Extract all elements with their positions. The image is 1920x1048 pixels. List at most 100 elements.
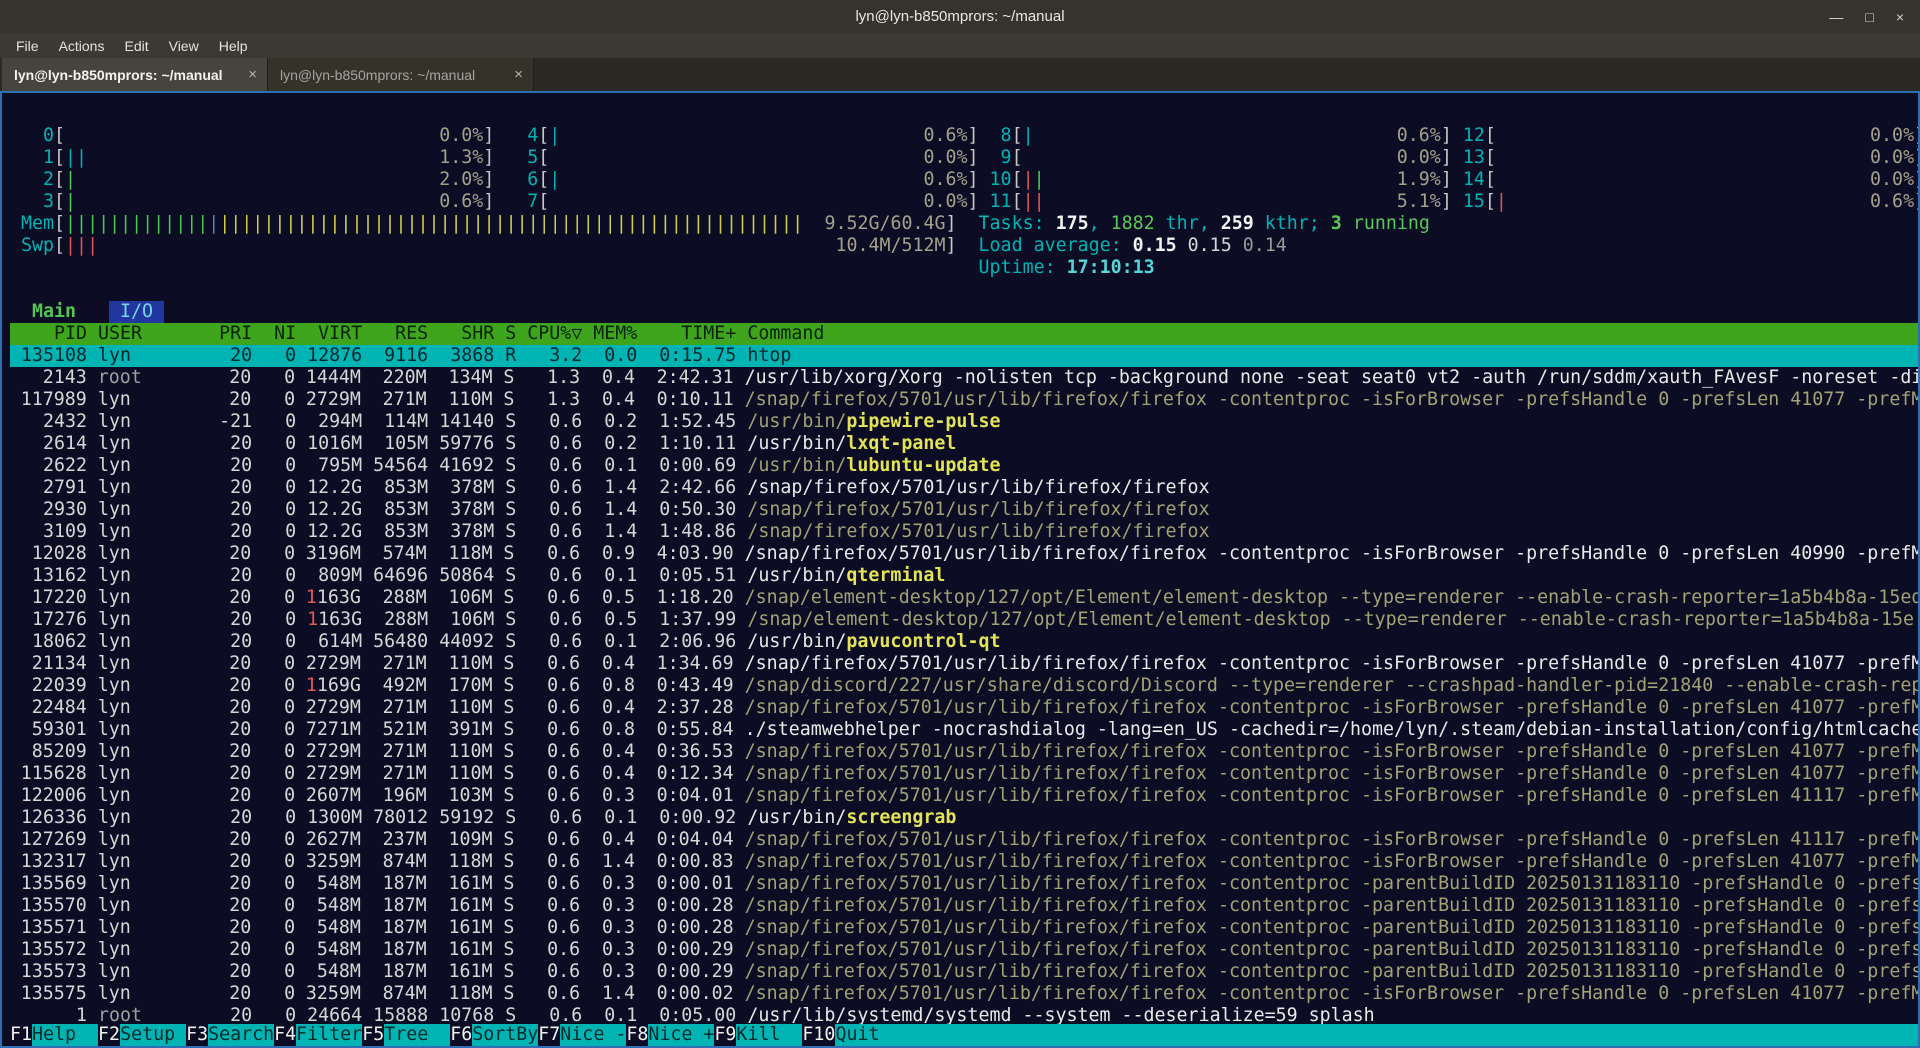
process-row[interactable]: 117989lyn2002729M271M110MS1.30.40:10.11/… [10, 389, 1918, 411]
process-row[interactable]: 2614lyn2001016M105M59776S0.60.21:10.11/u… [10, 433, 1918, 455]
terminal[interactable]: 0[0.0%]4[|0.6%]8[|0.6%]12[0.0%] 1[||1.3%… [0, 91, 1920, 1048]
col-header-pid[interactable]: PID [10, 323, 87, 345]
cell-command: /snap/firefox/5701/usr/lib/firefox/firef… [734, 389, 1918, 411]
process-row[interactable]: 135572lyn200548M187M161MS0.60.30:00.29/s… [10, 939, 1918, 961]
col-header-shr[interactable]: SHR [428, 323, 494, 345]
process-row[interactable]: 3109lyn20012.2G853M378MS0.61.41:48.86/sn… [10, 521, 1918, 543]
fkey-label-f1[interactable]: Help [32, 1024, 98, 1046]
process-row[interactable]: 21134lyn2002729M271M110MS0.60.41:34.69/s… [10, 653, 1918, 675]
col-header-mem[interactable]: MEM% [582, 323, 637, 345]
terminal-tab[interactable]: lyn@lyn-b850mprors: ~/manual× [268, 58, 534, 91]
tab-close-icon[interactable]: × [248, 66, 257, 83]
col-header-pri[interactable]: PRI [208, 323, 252, 345]
fkey-label-f5[interactable]: Tree [384, 1024, 450, 1046]
fkey-f2[interactable]: F2 [98, 1024, 120, 1046]
terminal-tab[interactable]: lyn@lyn-b850mprors: ~/manual× [2, 58, 268, 91]
cell-res: 9116 [362, 345, 428, 367]
cell-state: S [494, 477, 516, 499]
menu-item-file[interactable]: File [6, 38, 49, 54]
col-header-cpu[interactable]: CPU%▽ [516, 323, 582, 345]
maximize-button[interactable]: □ [1865, 9, 1873, 25]
process-row[interactable]: 135575lyn2003259M874M118MS0.61.40:00.02/… [10, 983, 1918, 1005]
process-row[interactable]: 17220lyn2001163G288M106MS0.60.51:18.20/s… [10, 587, 1918, 609]
fkey-label-f3[interactable]: Search [208, 1024, 274, 1046]
menu-item-edit[interactable]: Edit [114, 38, 158, 54]
process-row[interactable]: 17276lyn2001163G288M106MS0.60.51:37.99/s… [10, 609, 1918, 631]
col-header-time[interactable]: TIME+ [637, 323, 736, 345]
process-row[interactable]: 122006lyn2002607M196M103MS0.60.30:04.01/… [10, 785, 1918, 807]
cell-state: S [492, 543, 514, 565]
fkey-f3[interactable]: F3 [186, 1024, 208, 1046]
cell-pid: 2791 [10, 477, 87, 499]
tab-close-icon[interactable]: × [514, 66, 523, 83]
menu-item-help[interactable]: Help [209, 38, 258, 54]
cpu-percent: 0.6% [1870, 191, 1914, 213]
col-header-user[interactable]: USER [87, 323, 208, 345]
process-row[interactable]: 18062lyn200614M5648044092S0.60.12:06.96/… [10, 631, 1918, 653]
cell-ni: 0 [251, 829, 295, 851]
meter-tick: | [396, 213, 407, 235]
minimize-button[interactable]: — [1829, 9, 1843, 25]
meter-label: Mem [21, 213, 54, 235]
fkey-f9[interactable]: F9 [714, 1024, 736, 1046]
cell-user: lyn [87, 609, 208, 631]
fkey-f7[interactable]: F7 [538, 1024, 560, 1046]
fkey-label-f10[interactable]: Quit [835, 1024, 901, 1046]
cell-user: lyn [87, 961, 208, 983]
process-row[interactable]: 127269lyn2002627M237M109MS0.60.40:04.04/… [10, 829, 1918, 851]
fkey-label-f9[interactable]: Kill [736, 1024, 802, 1046]
fkey-f6[interactable]: F6 [450, 1024, 472, 1046]
fkey-label-f6[interactable]: SortBy [472, 1024, 538, 1046]
titlebar[interactable]: lyn@lyn-b850mprors: ~/manual — □ × [0, 0, 1920, 33]
fkey-f1[interactable]: F1 [10, 1024, 32, 1046]
process-row[interactable]: 2622lyn200795M5456441692S0.60.10:00.69/u… [10, 455, 1918, 477]
meter-tick: | [549, 169, 560, 191]
col-header-command[interactable]: Command [736, 323, 1918, 345]
fkey-label-f4[interactable]: Filter [296, 1024, 362, 1046]
cell-mem: 0.5 [582, 609, 637, 631]
cell-virt: 1016M [296, 433, 362, 455]
process-row[interactable]: 135570lyn200548M187M161MS0.60.30:00.28/s… [10, 895, 1918, 917]
process-row[interactable]: 135571lyn200548M187M161MS0.60.30:00.28/s… [10, 917, 1918, 939]
fkey-label-f8[interactable]: Nice + [648, 1024, 714, 1046]
cell-state: S [492, 763, 514, 785]
cpu-label: 1 [21, 147, 54, 169]
fkey-f8[interactable]: F8 [626, 1024, 648, 1046]
process-row[interactable]: 135573lyn200548M187M161MS0.60.30:00.29/s… [10, 961, 1918, 983]
fkey-f5[interactable]: F5 [362, 1024, 384, 1046]
fkey-label-f7[interactable]: Nice - [560, 1024, 626, 1046]
process-row[interactable]: 13162lyn200809M6469650864S0.60.10:05.51/… [10, 565, 1918, 587]
process-row[interactable]: 2791lyn20012.2G853M378MS0.61.42:42.66/sn… [10, 477, 1918, 499]
process-row[interactable]: 2930lyn20012.2G853M378MS0.61.40:50.30/sn… [10, 499, 1918, 521]
process-row[interactable]: 85209lyn2002729M271M110MS0.60.40:36.53/s… [10, 741, 1918, 763]
fkey-label-f2[interactable]: Setup [120, 1024, 186, 1046]
cpu-meter-15: 15[|0.6%] [1452, 191, 1920, 213]
process-row[interactable]: 22484lyn2002729M271M110MS0.60.42:37.28/s… [10, 697, 1918, 719]
process-row[interactable]: 126336lyn2001300M7801259192S0.60.10:00.9… [10, 807, 1918, 829]
process-row[interactable]: 135108lyn2001287691163868R3.20.00:15.75h… [10, 345, 1918, 367]
cell-res: 271M [361, 763, 427, 785]
menu-item-actions[interactable]: Actions [49, 38, 115, 54]
process-row[interactable]: 115628lyn2002729M271M110MS0.60.40:12.34/… [10, 763, 1918, 785]
process-row[interactable]: 59301lyn2007271M521M391MS0.60.80:55.84./… [10, 719, 1918, 741]
screen-tab-io[interactable]: I/O [109, 301, 164, 323]
process-row[interactable]: 2432lyn-210294M114M14140S0.60.21:52.45/u… [10, 411, 1918, 433]
close-button[interactable]: × [1896, 9, 1904, 25]
process-row[interactable]: 12028lyn2003196M574M118MS0.60.94:03.90/s… [10, 543, 1918, 565]
col-header-res[interactable]: RES [362, 323, 428, 345]
process-row[interactable]: 22039lyn2001169G492M170MS0.60.80:43.49/s… [10, 675, 1918, 697]
cell-virt: 2729M [295, 763, 361, 785]
process-row[interactable]: 2143root2001444M220M134MS1.30.42:42.31/u… [10, 367, 1918, 389]
process-row[interactable]: 135569lyn200548M187M161MS0.60.30:00.01/s… [10, 873, 1918, 895]
fkey-f10[interactable]: F10 [802, 1024, 835, 1046]
process-row[interactable]: 132317lyn2003259M874M118MS0.61.40:00.83/… [10, 851, 1918, 873]
col-header-ni[interactable]: NI [252, 323, 296, 345]
menu-item-view[interactable]: View [159, 38, 209, 54]
cpu-percent: 1.9% [1397, 169, 1441, 191]
screen-tab-main[interactable]: Main [32, 301, 76, 323]
col-header-state[interactable]: S [494, 323, 516, 345]
fkey-f4[interactable]: F4 [274, 1024, 296, 1046]
cell-user: lyn [87, 983, 208, 1005]
col-header-virt[interactable]: VIRT [296, 323, 362, 345]
cell-time: 0:05.51 [637, 565, 736, 587]
